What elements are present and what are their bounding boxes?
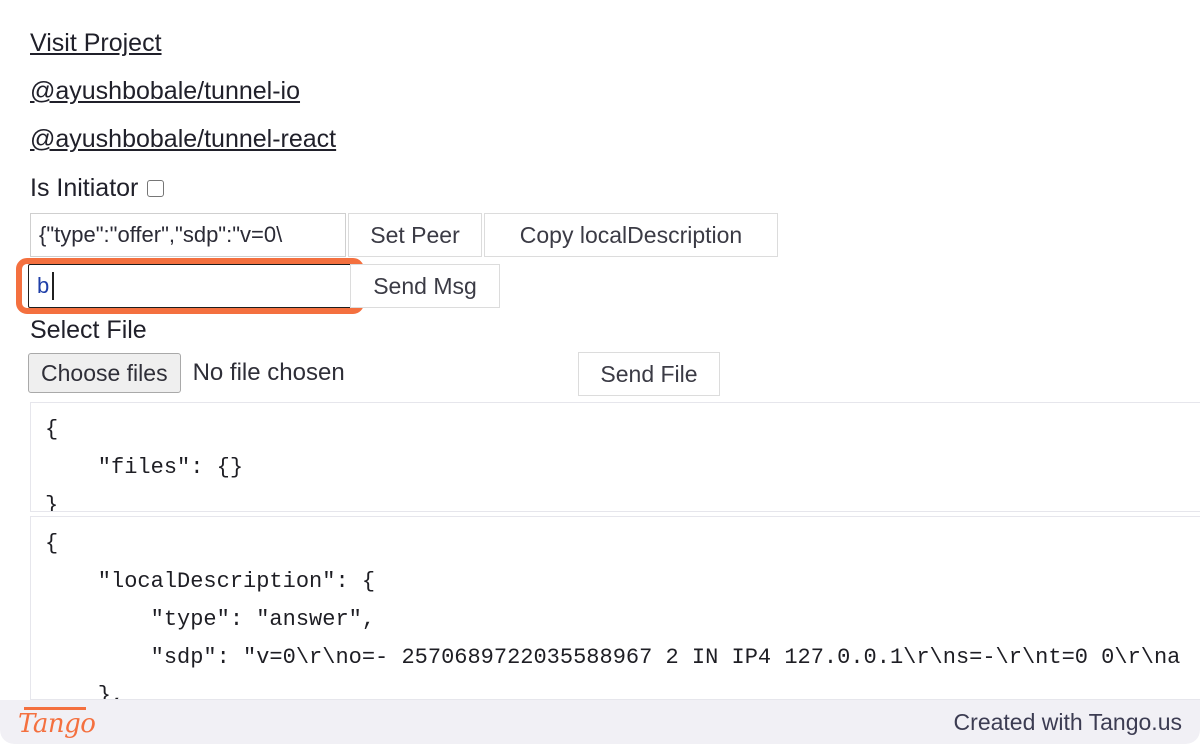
tango-logo: Tango: [18, 707, 96, 739]
select-file-label: Select File: [30, 316, 147, 344]
send-file-button[interactable]: Send File: [578, 352, 720, 396]
copy-local-description-button[interactable]: Copy localDescription: [484, 213, 778, 257]
screenshot-frame: Visit Project @ayushbobale/tunnel-io @ay…: [0, 0, 1200, 744]
link-tunnel-io[interactable]: @ayushbobale/tunnel-io: [30, 79, 300, 104]
is-initiator-label: Is Initiator: [30, 174, 139, 202]
app-content-area: Visit Project @ayushbobale/tunnel-io @ay…: [0, 0, 1200, 700]
local-description-json-output: { "localDescription": { "type": "answer"…: [30, 516, 1200, 700]
choose-files-button[interactable]: Choose files: [28, 353, 181, 393]
file-picker-row: Choose files No file chosen: [28, 353, 345, 393]
is-initiator-checkbox[interactable]: [147, 180, 165, 197]
tango-footer: Tango Created with Tango.us: [0, 700, 1200, 744]
link-tunnel-react[interactable]: @ayushbobale/tunnel-react: [30, 127, 336, 152]
message-input[interactable]: [28, 264, 352, 308]
is-initiator-row: Is Initiator: [30, 174, 165, 202]
no-file-chosen-text: No file chosen: [192, 359, 345, 386]
files-json-output: { "files": {} }: [30, 402, 1200, 512]
set-peer-button[interactable]: Set Peer: [348, 213, 482, 257]
tango-credit-text: Created with Tango.us: [953, 708, 1182, 735]
text-cursor: [52, 272, 54, 300]
peer-offer-input[interactable]: [30, 213, 346, 257]
send-msg-button[interactable]: Send Msg: [350, 264, 500, 308]
link-visit-project[interactable]: Visit Project: [30, 31, 162, 56]
